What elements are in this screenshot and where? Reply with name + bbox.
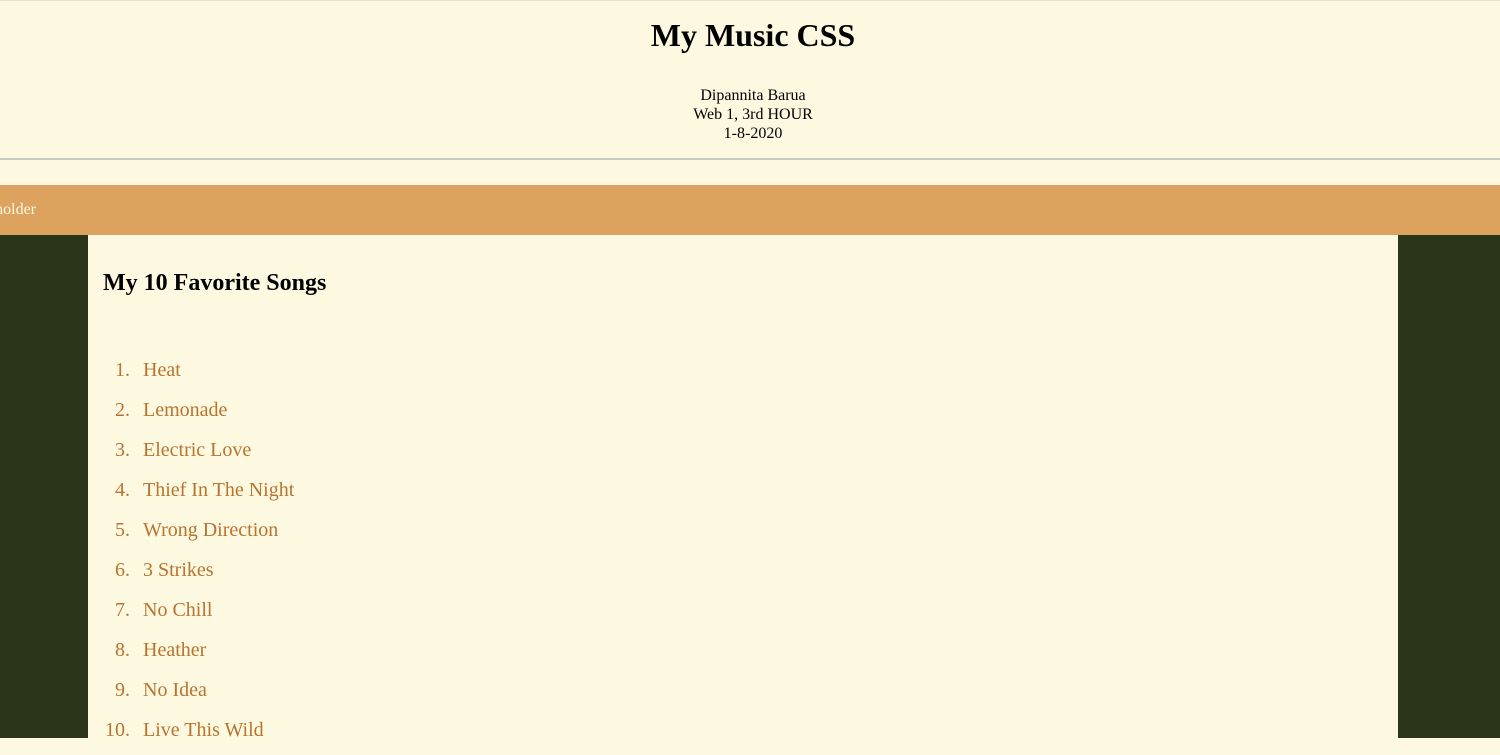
song-title: Thief In The Night <box>143 479 295 501</box>
nav-bar: holder <box>0 185 1500 235</box>
song-title: Lemonade <box>143 399 228 421</box>
byline: Dipannita Barua Web 1, 3rd HOUR 1-8-2020 <box>0 86 1500 143</box>
list-item-number: 10. <box>105 719 130 741</box>
song-title: No Idea <box>143 679 207 701</box>
song-title: Live This Wild <box>143 719 264 741</box>
song-title: Electric Love <box>143 439 252 461</box>
list-item-number: 6. <box>115 559 130 581</box>
song-title: Wrong Direction <box>143 519 279 541</box>
song-title: Heather <box>143 639 207 661</box>
list-item-number: 8. <box>115 639 130 661</box>
page-title: My Music CSS <box>650 17 856 53</box>
course-info: Web 1, 3rd HOUR <box>693 106 813 123</box>
author-name: Dipannita Barua <box>700 87 806 104</box>
list-item-number: 5. <box>115 519 130 541</box>
list-item-number: 3. <box>115 439 130 461</box>
song-title: 3 Strikes <box>143 559 214 581</box>
left-sidebar <box>0 235 88 738</box>
list-item-number: 7. <box>115 599 130 621</box>
song-title: Heat <box>143 359 181 381</box>
list-item-number: 1. <box>115 359 130 381</box>
right-sidebar <box>1398 235 1500 738</box>
list-item-number: 4. <box>115 479 130 501</box>
main-content: My 10 Favorite Songs 1. Heat 2. Lemonade… <box>88 235 1398 741</box>
song-title: No Chill <box>143 599 213 621</box>
list-item-number: 2. <box>115 399 130 421</box>
favorite-songs-heading: My 10 Favorite Songs <box>103 270 327 296</box>
page-header: My Music CSS Dipannita Barua Web 1, 3rd … <box>0 0 1500 160</box>
date-text: 1-8-2020 <box>723 125 783 142</box>
list-item-number: 9. <box>115 679 130 701</box>
nav-link-placeholder[interactable]: holder <box>0 200 36 220</box>
